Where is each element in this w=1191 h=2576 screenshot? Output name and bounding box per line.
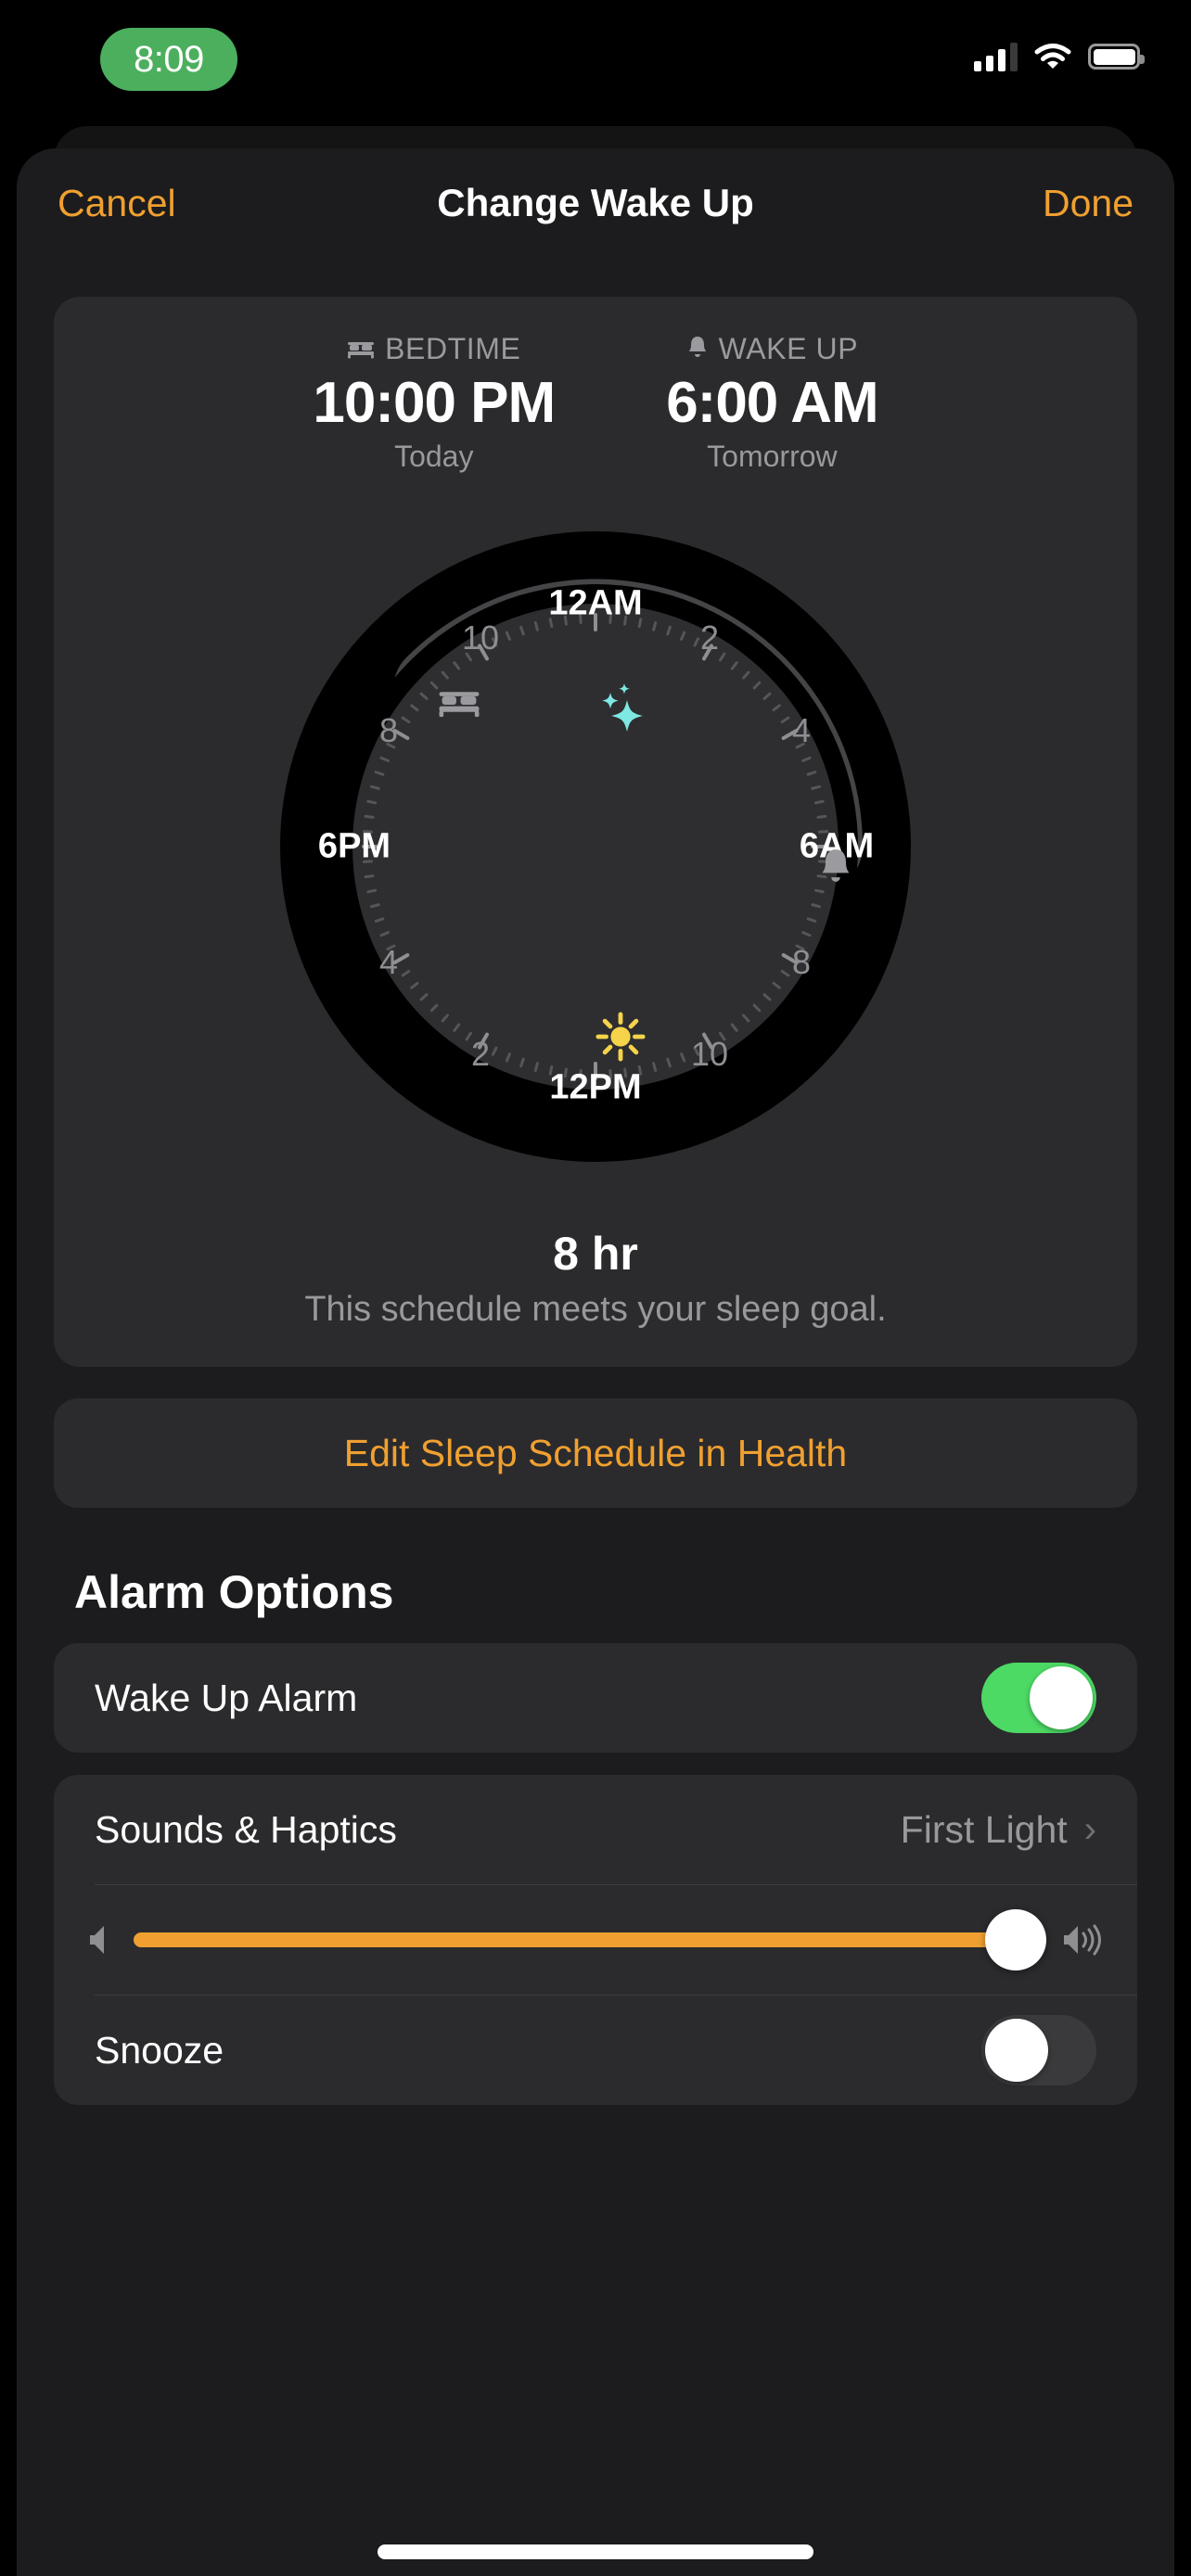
bed-icon — [347, 332, 375, 366]
volume-slider-row[interactable] — [54, 1885, 1137, 1995]
bell-icon — [686, 332, 709, 366]
change-wake-up-sheet: Cancel Change Wake Up Done BEDTIME 10:00… — [17, 148, 1174, 2576]
bedtime-column: BEDTIME 10:00 PM Today — [313, 332, 556, 474]
wake-up-alarm-group: Wake Up Alarm — [54, 1643, 1137, 1753]
alarm-options-heading: Alarm Options — [74, 1566, 394, 1618]
sounds-haptics-label: Sounds & Haptics — [95, 1807, 397, 1851]
chevron-right-icon: › — [1083, 1808, 1096, 1850]
duration-value: 8 hr — [553, 1228, 638, 1280]
cellular-bars-icon — [974, 42, 1018, 71]
status-indicators — [974, 42, 1145, 71]
iphone-screen: 8:09 Cancel Change Wake Up Done BEDTIME … — [0, 0, 1191, 2576]
bedtime-label: BEDTIME — [385, 332, 521, 365]
volume-knob[interactable] — [984, 1909, 1046, 1970]
battery-full-icon — [1088, 44, 1145, 70]
status-time: 8:09 — [134, 38, 204, 80]
edit-sleep-schedule-label: Edit Sleep Schedule in Health — [343, 1431, 848, 1474]
speaker-high-icon — [1063, 1924, 1104, 1956]
speaker-low-icon — [87, 1924, 113, 1956]
wakeup-column: WAKE UP 6:00 AM Tomorrow — [666, 332, 878, 474]
bedtime-header: BEDTIME — [313, 332, 555, 366]
duration-note: This schedule meets your sleep goal. — [304, 1290, 887, 1329]
home-indicator — [378, 2544, 813, 2559]
snooze-toggle[interactable] — [981, 2015, 1096, 2085]
done-button[interactable]: Done — [1043, 182, 1133, 225]
sleep-duration: 8 hr This schedule meets your sleep goal… — [54, 1227, 1137, 1330]
schedule-times: BEDTIME 10:00 PM Today WAKE UP 6:00 AM T… — [54, 332, 1137, 474]
wakeup-label: WAKE UP — [718, 332, 859, 365]
snooze-label: Snooze — [95, 2028, 224, 2072]
sounds-group: Sounds & Haptics First Light › Snooze — [54, 1775, 1137, 2105]
bedtime-day: Today — [394, 440, 474, 473]
wifi-icon — [1034, 43, 1071, 70]
snooze-row[interactable]: Snooze — [54, 1996, 1137, 2105]
cancel-button[interactable]: Cancel — [58, 182, 176, 225]
volume-fill — [134, 1932, 1016, 1947]
volume-track[interactable] — [134, 1909, 1046, 1970]
sleep-schedule-dial[interactable]: 12AM 6AM 12PM 6PM 2 4 8 10 2 4 8 10 — [243, 494, 948, 1199]
wakeup-day: Tomorrow — [707, 440, 838, 473]
sounds-haptics-value: First Light — [900, 1807, 1068, 1851]
page-title: Change Wake Up — [437, 181, 754, 224]
navigation-bar: Cancel Change Wake Up Done — [17, 148, 1174, 258]
wake-up-alarm-row[interactable]: Wake Up Alarm — [54, 1643, 1137, 1753]
bedtime-value: 10:00 PM — [313, 371, 556, 435]
sleep-schedule-card: BEDTIME 10:00 PM Today WAKE UP 6:00 AM T… — [54, 297, 1137, 1367]
wake-up-alarm-toggle[interactable] — [981, 1663, 1096, 1733]
status-bar: 8:09 — [0, 0, 1191, 139]
edit-sleep-schedule-button[interactable]: Edit Sleep Schedule in Health — [54, 1398, 1137, 1508]
status-time-pill: 8:09 — [100, 28, 237, 91]
sounds-haptics-row[interactable]: Sounds & Haptics First Light › — [54, 1775, 1137, 1884]
wake-up-alarm-label: Wake Up Alarm — [95, 1676, 358, 1719]
dial-graphics — [280, 531, 911, 1162]
wakeup-value: 6:00 AM — [666, 371, 878, 435]
sleep-dial-wrapper: 12AM 6AM 12PM 6PM 2 4 8 10 2 4 8 10 — [54, 494, 1137, 1199]
wakeup-header: WAKE UP — [666, 332, 877, 366]
